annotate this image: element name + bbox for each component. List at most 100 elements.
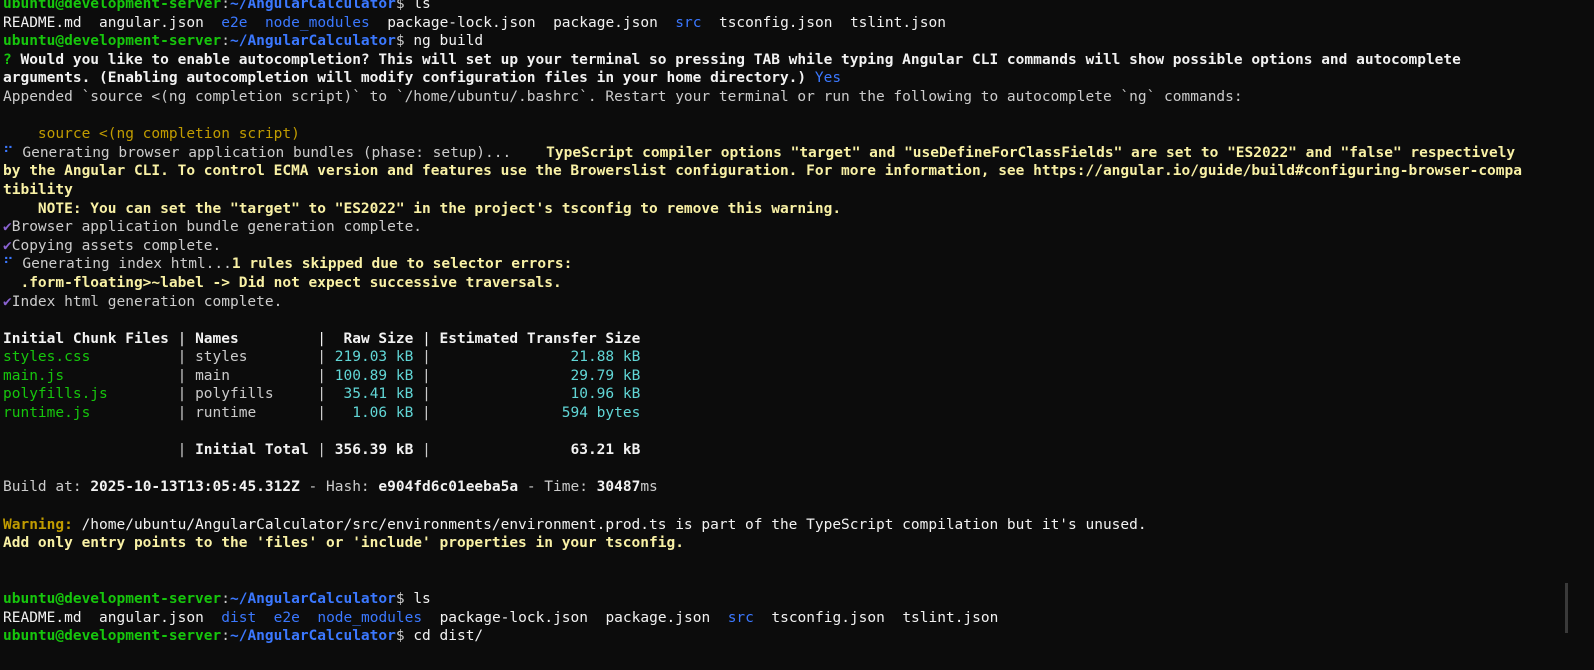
total-label: Initial Total [195, 442, 309, 459]
file-entry: package.json [553, 14, 658, 31]
prompt-user-host: ubuntu@development-server [3, 33, 222, 50]
file-entry: tslint.json [849, 14, 946, 31]
prompt-line: ubuntu@development-server:~/AngularCalcu… [3, 33, 484, 50]
warning-label: Warning: [3, 516, 73, 533]
file-entry: tsconfig.json [718, 14, 833, 31]
table-row: main.js | main | 100.89 kB | 29.79 kB [3, 367, 641, 384]
transfer-size: 594 bytes [561, 405, 641, 422]
check-icon: ✔ [3, 237, 12, 254]
file-entry: README.md [3, 609, 82, 626]
column-header: Estimated Transfer Size [439, 330, 641, 347]
prompt-path: ~/AngularCalculator [229, 628, 396, 645]
terminal-output[interactable]: ubuntu@development-server:~/AngularCalcu… [3, 0, 1588, 646]
directory-entry: node_modules [317, 609, 423, 626]
file-entry: angular.json [99, 609, 204, 626]
typescript-warning: tibility [3, 181, 73, 198]
directory-entry: src [675, 14, 702, 31]
total-raw-size: 356.39 kB [334, 442, 414, 459]
typescript-warning: by the Angular CLI. To control ECMA vers… [3, 163, 1522, 180]
build-hash: e904fd6c01eeba5a [378, 479, 519, 496]
warning-line: Add only entry points to the 'files' or … [3, 535, 684, 552]
file-entry: package-lock.json [387, 14, 536, 31]
raw-size: 100.89 kB [334, 367, 414, 384]
column-header: Names [195, 330, 239, 347]
chunk-name: main [195, 367, 230, 384]
ls-output: README.md angular.json e2e node_modules … [3, 14, 1588, 33]
directory-entry: dist [221, 609, 257, 626]
table-row: styles.css | styles | 219.03 kB | 21.88 … [3, 349, 641, 366]
prompt-path: ~/AngularCalculator [229, 33, 396, 50]
column-header: Raw Size [343, 330, 414, 347]
build-timestamp: 2025-10-13T13:05:45.312Z [90, 479, 300, 496]
check-icon: ✔ [3, 293, 12, 310]
scrollbar[interactable] [1565, 583, 1568, 633]
column-header: Initial Chunk Files [3, 330, 169, 347]
transfer-size: 29.79 kB [570, 367, 641, 384]
transfer-size: 21.88 kB [570, 349, 641, 366]
prompt-user-host: ubuntu@development-server [3, 628, 222, 645]
warning-line: Warning: /home/ubuntu/AngularCalculator/… [3, 516, 1147, 533]
appended-message: Appended `source <(ng completion script)… [3, 88, 1243, 105]
command-input[interactable]: cd dist/ [413, 628, 483, 644]
raw-size: 35.41 kB [343, 386, 414, 403]
table-row: polyfills.js | polyfills | 35.41 kB | 10… [3, 386, 641, 403]
directory-entry: node_modules [264, 14, 370, 31]
chunk-table-header: Initial Chunk Files | Names | Raw Size |… [3, 330, 641, 347]
table-row: runtime.js | runtime | 1.06 kB | 594 byt… [3, 405, 641, 422]
build-progress: ⠋ Generating browser application bundles… [3, 144, 1516, 161]
chunk-file: runtime.js [3, 405, 91, 422]
prompt-line: ubuntu@development-server:~/AngularCalcu… [3, 0, 1588, 14]
question-mark-icon: ? [3, 51, 12, 68]
status-line: ✔Index html generation complete. [3, 293, 283, 310]
selector-warning: 1 rules skipped due to selector errors: [231, 256, 573, 273]
command-text: ls [413, 0, 431, 12]
transfer-size: 10.96 kB [570, 386, 641, 403]
chunk-file: polyfills.js [3, 386, 108, 403]
build-progress: ⠋ Generating index html...1 rules skippe… [3, 256, 573, 273]
raw-size: 219.03 kB [334, 349, 414, 366]
file-entry: package-lock.json [439, 609, 588, 626]
build-time: 30487 [596, 479, 641, 496]
prompt-user-host: ubuntu@development-server [3, 0, 222, 12]
file-entry: package.json [605, 609, 711, 626]
check-icon: ✔ [3, 219, 12, 236]
chunk-file: styles.css [3, 349, 91, 366]
file-entry: tslint.json [902, 609, 999, 626]
chunk-name: runtime [195, 405, 257, 422]
build-info: Build at: 2025-10-13T13:05:45.312Z - Has… [3, 479, 658, 496]
ls-output: README.md angular.json dist e2e node_mod… [3, 609, 1588, 628]
prompt-user-host: ubuntu@development-server [3, 591, 222, 607]
status-line: ✔Copying assets complete. [3, 237, 222, 254]
table-total-row: | Initial Total | 356.39 kB | 63.21 kB [3, 442, 641, 459]
directory-entry: src [727, 609, 754, 626]
command-text: ng build [413, 33, 484, 50]
command-text: ls [413, 591, 431, 607]
prompt-line: ubuntu@development-server:~/AngularCalcu… [3, 591, 431, 607]
autocomplete-question: arguments. (Enabling autocompletion will… [3, 70, 842, 87]
autocomplete-question: ? Would you like to enable autocompletio… [3, 51, 1461, 68]
autocomplete-answer: Yes [814, 70, 842, 87]
prompt-path: ~/AngularCalculator [229, 0, 396, 12]
spinner-icon: ⠋ [3, 256, 14, 273]
file-entry: angular.json [99, 14, 204, 31]
source-command: source <(ng completion script) [37, 126, 300, 143]
chunk-name: styles [195, 349, 248, 366]
typescript-warning: TypeScript compiler options "target" and… [546, 144, 1516, 161]
chunk-name: polyfills [195, 386, 274, 403]
spinner-icon: ⠋ [3, 144, 14, 161]
directory-entry: e2e [273, 609, 300, 626]
file-entry: tsconfig.json [771, 609, 885, 626]
directory-entry: e2e [221, 14, 248, 31]
tsconfig-note: NOTE: You can set the "target" to "ES202… [37, 200, 842, 217]
prompt-path: ~/AngularCalculator [229, 591, 396, 607]
total-transfer-size: 63.21 kB [570, 442, 641, 459]
status-line: ✔Browser application bundle generation c… [3, 219, 423, 236]
chunk-file: main.js [3, 367, 65, 384]
file-entry: README.md [3, 14, 82, 31]
